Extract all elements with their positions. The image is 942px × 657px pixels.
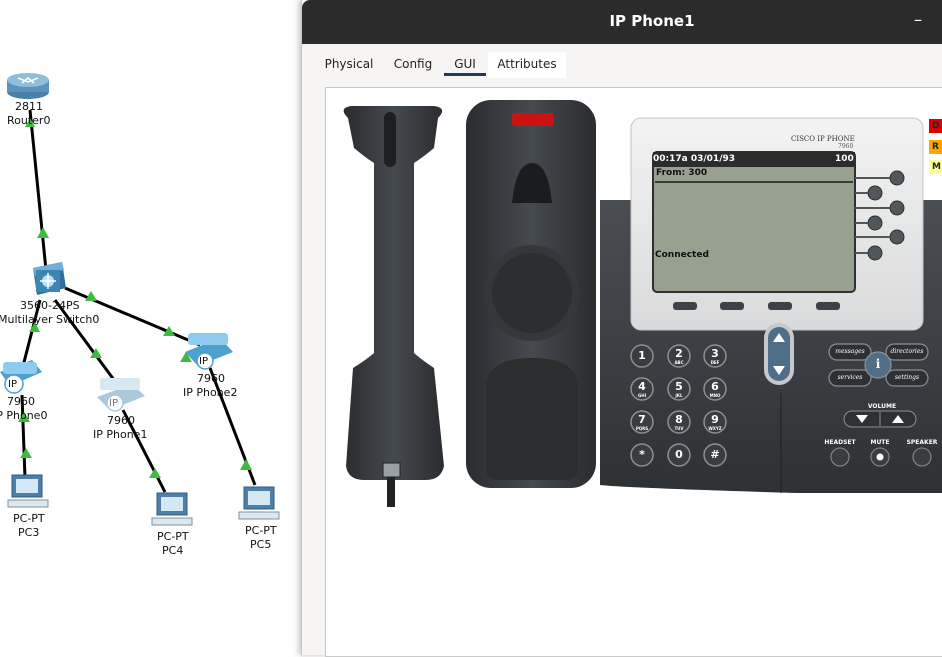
pc4-name: PC4 <box>162 544 184 557</box>
volume-up-button[interactable] <box>880 411 916 427</box>
phone0-name: IP Phone0 <box>0 409 48 422</box>
phone1-name: IP Phone1 <box>93 428 148 441</box>
softkey-2[interactable] <box>720 300 744 312</box>
nav-up-button[interactable] <box>768 327 790 352</box>
gui-panel: CISCO IP PHONE 7960 00:17a 03/01/93 100 … <box>325 87 942 657</box>
softkey-3[interactable] <box>768 300 792 312</box>
topology-links <box>0 73 280 526</box>
mute-button[interactable] <box>871 448 889 466</box>
headset-label: HEADSET <box>824 439 856 446</box>
directories-button[interactable]: directories <box>886 348 928 355</box>
ip-phone1-icon <box>97 378 145 412</box>
pc3-name: PC3 <box>18 526 40 539</box>
tab-config[interactable]: Config <box>384 52 442 78</box>
device-window: IP Phone1 – Physical Config GUI Attribut… <box>301 0 942 657</box>
pc5-icon <box>238 486 280 520</box>
router0-model: 2811 <box>15 100 43 113</box>
link-router-switch <box>28 109 49 281</box>
screen-caller: From: 300 <box>656 168 708 178</box>
speaker-button[interactable] <box>913 448 931 466</box>
tab-physical[interactable]: Physical <box>314 52 384 78</box>
screen-extension: 100 <box>835 154 854 164</box>
switch0-model: 3560-24PS <box>20 299 80 312</box>
phone0-ip-glyph: IP <box>8 379 17 390</box>
settings-button[interactable]: settings <box>886 374 928 381</box>
router-icon <box>7 73 49 99</box>
cradle-icon <box>466 100 596 488</box>
tab-gui[interactable]: GUI <box>442 52 488 78</box>
link-status-up-icon <box>37 227 49 238</box>
volume-down-button[interactable] <box>844 411 880 427</box>
phone1-ip-glyph: IP <box>109 398 118 409</box>
nav-down-button[interactable] <box>768 356 790 381</box>
key-8[interactable]: 8 TUV <box>668 411 690 433</box>
key-1[interactable]: 1 <box>631 345 653 367</box>
phone-model: 7960 <box>838 143 854 150</box>
key-5[interactable]: 5 JKL <box>668 378 690 400</box>
speaker-label: SPEAKER <box>906 439 938 446</box>
router0-name: Router0 <box>7 114 51 127</box>
ip-phone2-icon <box>185 333 233 370</box>
message-waiting-led <box>512 113 554 126</box>
window-title: IP Phone1 <box>609 12 695 30</box>
handset-icon <box>343 106 444 507</box>
screen-datetime: 00:17a 03/01/93 <box>653 154 736 164</box>
side-button-d[interactable]: D <box>929 119 942 133</box>
volume-label: VOLUME <box>867 403 897 410</box>
link-status-up-icon <box>149 468 161 478</box>
phone0-model: 7960 <box>7 395 35 408</box>
minimize-button[interactable]: – <box>908 10 928 30</box>
phone1-model: 7960 <box>107 414 135 427</box>
link-status-up-icon <box>240 459 252 470</box>
phone2-model: 7960 <box>197 372 225 385</box>
topology-canvas[interactable]: IP IP IP 2811 Router0 3560-24PS Multilay… <box>0 0 302 655</box>
key-6[interactable]: 6 MNO <box>704 378 726 400</box>
link-status-up-icon <box>20 448 32 458</box>
pc4-icon <box>151 492 193 526</box>
multilayer-switch-icon <box>33 262 66 295</box>
window-titlebar[interactable]: IP Phone1 – <box>302 0 942 44</box>
key-0[interactable]: 0 <box>668 444 690 466</box>
screen-call-status: Connected <box>655 250 709 260</box>
key-pound[interactable]: # <box>704 444 726 466</box>
headset-button[interactable] <box>831 448 849 466</box>
phone2-name: IP Phone2 <box>183 386 238 399</box>
pc5-name: PC5 <box>250 538 272 551</box>
mute-label: MUTE <box>870 439 890 446</box>
messages-button[interactable]: messages <box>829 348 871 355</box>
key-7[interactable]: 7 PQRS <box>631 411 653 433</box>
tab-attributes[interactable]: Attributes <box>488 52 566 78</box>
pc4-model: PC-PT <box>157 530 189 543</box>
pc3-icon <box>7 474 49 508</box>
key-3[interactable]: 3 DEF <box>704 345 726 367</box>
side-button-m[interactable]: M <box>929 160 942 174</box>
ip-phone0-icon <box>0 360 42 394</box>
services-button[interactable]: services <box>829 374 871 381</box>
side-button-r[interactable]: R <box>929 140 942 154</box>
key-9[interactable]: 9 WXYZ <box>704 411 726 433</box>
key-2[interactable]: 2 ABC <box>668 345 690 367</box>
softkey-1[interactable] <box>673 300 697 312</box>
switch0-name: Multilayer Switch0 <box>0 313 100 326</box>
pc3-model: PC-PT <box>13 512 45 525</box>
softkey-4[interactable] <box>816 300 840 312</box>
phone-brand: CISCO IP PHONE <box>791 135 855 143</box>
key-4[interactable]: 4 GHI <box>631 378 653 400</box>
info-button[interactable]: i <box>868 357 888 371</box>
key-star[interactable]: * <box>631 444 653 466</box>
phone2-ip-glyph: IP <box>199 356 208 367</box>
pc5-model: PC-PT <box>245 524 277 537</box>
